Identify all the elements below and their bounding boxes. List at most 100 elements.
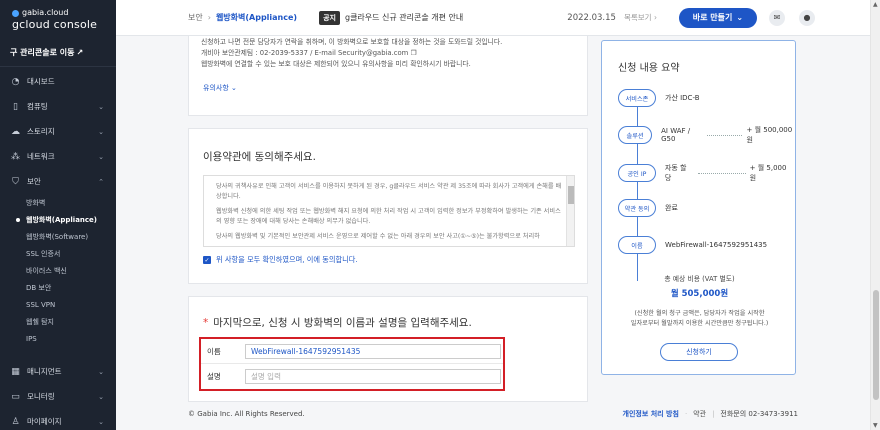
cautions-toggle[interactable]: 유의사항 ⌄ (189, 83, 587, 93)
terms-paragraph-3: 당사의 웹방화벽 및 기본적인 보안관제 서비스 운영으로 제어할 수 없는 아… (216, 233, 540, 240)
description-row: 설명 (201, 363, 503, 388)
summary-row-zone: 서비스존 가산 IDC-B (618, 89, 700, 107)
logo-line1: gabia.cloud (22, 8, 69, 17)
summary-price: + 월 5,000 원 (749, 164, 787, 182)
billing-note-line2: 일자로부터 월말까지 이용한 시간만큼만 청구됩니다.) (630, 320, 769, 327)
page-scrollbar[interactable]: ▲ ▼ (870, 0, 880, 430)
required-mark: * (203, 317, 209, 329)
old-console-link[interactable]: 구 관리콘솔로 이동 ↗ (0, 38, 116, 60)
description-input[interactable] (245, 368, 501, 384)
top-bar: 보안 › 웹방화벽(Appliance) 공지 g클라우드 신규 관리콘솔 개편… (116, 0, 870, 36)
breadcrumb-root[interactable]: 보안 (188, 12, 203, 23)
terms-paragraph-1: 당사의 귀책사유로 인해 고객이 서비스를 이용하지 못하게 된 경우, g클라… (216, 183, 562, 200)
old-console-label: 구 관리콘솔로 이동 (10, 47, 75, 57)
notice-date: 2022.03.15 (567, 12, 616, 23)
sidebar-item-mypage[interactable]: ♙ 마이페이지 ⌄ (0, 409, 116, 430)
sidebar-subitem-firewall[interactable]: 방화벽 (0, 194, 116, 211)
name-input[interactable] (245, 344, 501, 359)
chevron-down-icon: ⌄ (98, 102, 104, 111)
quick-create-label: 바로 만들기 (692, 13, 733, 22)
sidebar-item-label: 마이페이지 (27, 417, 62, 426)
agree-row[interactable]: ✓ 위 사항을 모두 확인하였으며, 이에 동의합니다. (203, 255, 358, 265)
user-icon: ♙ (11, 416, 20, 427)
sidebar-item-security[interactable]: ⛉ 보안 ⌃ (0, 169, 116, 194)
logo-line2: gcloud console (12, 18, 98, 31)
notice-text[interactable]: g클라우드 신규 관리콘솔 개편 안내 (345, 12, 463, 23)
total-cost-label: 총 예상 비용 (VAT 별도) (664, 275, 735, 283)
user-icon[interactable]: ● (798, 9, 815, 26)
summary-value: 가산 IDC-B (665, 94, 700, 102)
sidebar-item-storage[interactable]: ☁ 스토리지 ⌄ (0, 119, 116, 144)
scroll-down-icon[interactable]: ▼ (873, 422, 878, 429)
notice-line-2: 개비아 보안관제팀 : 02-2039-5337 / E-mail Securi… (189, 48, 587, 59)
privacy-policy-link[interactable]: 개인정보 처리 방침 (623, 409, 679, 419)
notice-line-3: 웹방화벽에 연결할 수 있는 보호 대상은 제한되어 있으니 유의사항을 미리 … (201, 60, 471, 68)
sidebar-item-label: 스토리지 (27, 127, 55, 136)
sidebar-subitem-antivirus[interactable]: 바이러스 백신 (0, 262, 116, 279)
notice-badge: 공지 (319, 10, 340, 25)
terms-link[interactable]: 약관 (693, 409, 706, 419)
name-label: 이름 (207, 347, 221, 356)
sidebar-item-label: 대시보드 (27, 77, 55, 86)
apply-button[interactable]: 신청하기 (660, 343, 738, 361)
page-scroll-thumb[interactable] (873, 290, 879, 400)
billing-note-line1: (신청한 월의 청구 금액은, 담당자가 작업을 시작한 (634, 310, 765, 317)
agree-label[interactable]: 위 사항을 모두 확인하였으며, 이에 동의합니다. (216, 255, 358, 265)
sidebar-item-dashboard[interactable]: ◔ 대시보드 (0, 69, 116, 94)
terms-scrollbar[interactable] (566, 176, 574, 246)
agree-checkbox[interactable]: ✓ (203, 256, 211, 264)
summary-panel: 신청 내용 요약 서비스존 가산 IDC-B 솔루션 AI WAF / G50 … (601, 40, 796, 375)
sidebar-subitem-ssl-vpn[interactable]: SSL VPN (0, 296, 116, 313)
sidebar-item-monitoring[interactable]: ▭ 모니터링 ⌄ (0, 384, 116, 409)
copyright: © Gabia Inc. All Rights Reserved. (188, 410, 305, 418)
scroll-up-icon[interactable]: ▲ (873, 1, 878, 8)
sidebar-subitem-waf-appliance[interactable]: 웹방화벽(Appliance) (0, 211, 116, 228)
description-label: 설명 (207, 371, 221, 381)
terms-scroll-thumb[interactable] (568, 186, 574, 204)
copy-icon[interactable]: ❐ (410, 49, 416, 57)
sidebar-item-computing[interactable]: ▯ 컴퓨팅 ⌄ (0, 94, 116, 119)
summary-row-solution: 솔루션 AI WAF / G50 + 월 500,000 원 (618, 125, 795, 145)
sidebar-subitem-waf-software[interactable]: 웹방화벽(Software) (0, 228, 116, 245)
summary-row-name: 이름 WebFirewall-1647592951435 (618, 236, 767, 254)
chevron-down-icon: ⌄ (98, 367, 104, 376)
dotted-leader (706, 134, 743, 136)
sidebar-subitem-ssl-cert[interactable]: SSL 인증서 (0, 245, 116, 262)
logo[interactable]: gabia.cloud gcloud console (0, 0, 116, 38)
chevron-down-icon: ⌄ (98, 392, 104, 401)
chat-icon[interactable]: ✉ (768, 9, 785, 26)
phone-contact: 전화문의 02-3473-3911 (720, 410, 798, 418)
cautions-label: 유의사항 (203, 84, 229, 92)
cloud-icon: ☁ (11, 126, 20, 137)
total-cost-value: 월 505,000원 (670, 289, 729, 299)
dashboard-icon: ◔ (11, 76, 20, 87)
chevron-down-icon: ⌄ (98, 127, 104, 136)
name-card-title: * 마지막으로, 신청 시 방화벽의 이름과 설명을 입력해주세요. (203, 315, 472, 330)
chevron-down-icon: ⌄ (98, 417, 104, 426)
terms-textbox[interactable]: 당사의 귀책사유로 인해 고객이 서비스를 이용하지 못하게 된 경우, g클라… (203, 175, 575, 247)
name-form-highlight: 이름 설명 (199, 337, 505, 391)
billing-note: (신청한 월의 청구 금액은, 담당자가 작업을 시작한 일자로부터 월말까지 … (602, 309, 797, 329)
notice-list-label: 목록보기 (623, 13, 652, 22)
sidebar-subitem-ips[interactable]: IPS (0, 330, 116, 347)
summary-price: + 월 500,000 원 (746, 126, 793, 144)
sidebar-subitem-db-security[interactable]: DB 보안 (0, 279, 116, 296)
sidebar-item-management[interactable]: ▦ 매니지먼트 ⌄ (0, 359, 116, 384)
sidebar-item-label: 모니터링 (27, 392, 55, 401)
summary-pill: 이름 (618, 236, 656, 254)
gabia-logo-icon (12, 9, 19, 17)
shield-icon: ⛉ (12, 176, 19, 187)
notice-card: 신청하고 나면 전문 담당자가 연락을 취하며, 이 방화벽으로 보호할 대상을… (188, 36, 588, 116)
monitor-icon: ▭ (11, 391, 20, 402)
breadcrumb-current: 웹방화벽(Appliance) (215, 13, 298, 22)
chevron-down-icon: ⌄ (231, 84, 237, 92)
summary-value: AI WAF / G50 (661, 127, 691, 143)
sidebar-item-label: 컴퓨팅 (27, 102, 48, 111)
name-card-title-text: 마지막으로, 신청 시 방화벽의 이름과 설명을 입력해주세요. (213, 317, 472, 329)
footer: © Gabia Inc. All Rights Reserved. 개인정보 처… (188, 404, 798, 424)
notice-list-link[interactable]: 목록보기 › (624, 12, 657, 23)
quick-create-button[interactable]: 바로 만들기 ⌄ (678, 7, 757, 28)
sidebar-item-network[interactable]: ⁂ 네트워크 ⌄ (0, 144, 116, 169)
sidebar-subitem-webshell[interactable]: 웹쉘 탐지 (0, 313, 116, 330)
